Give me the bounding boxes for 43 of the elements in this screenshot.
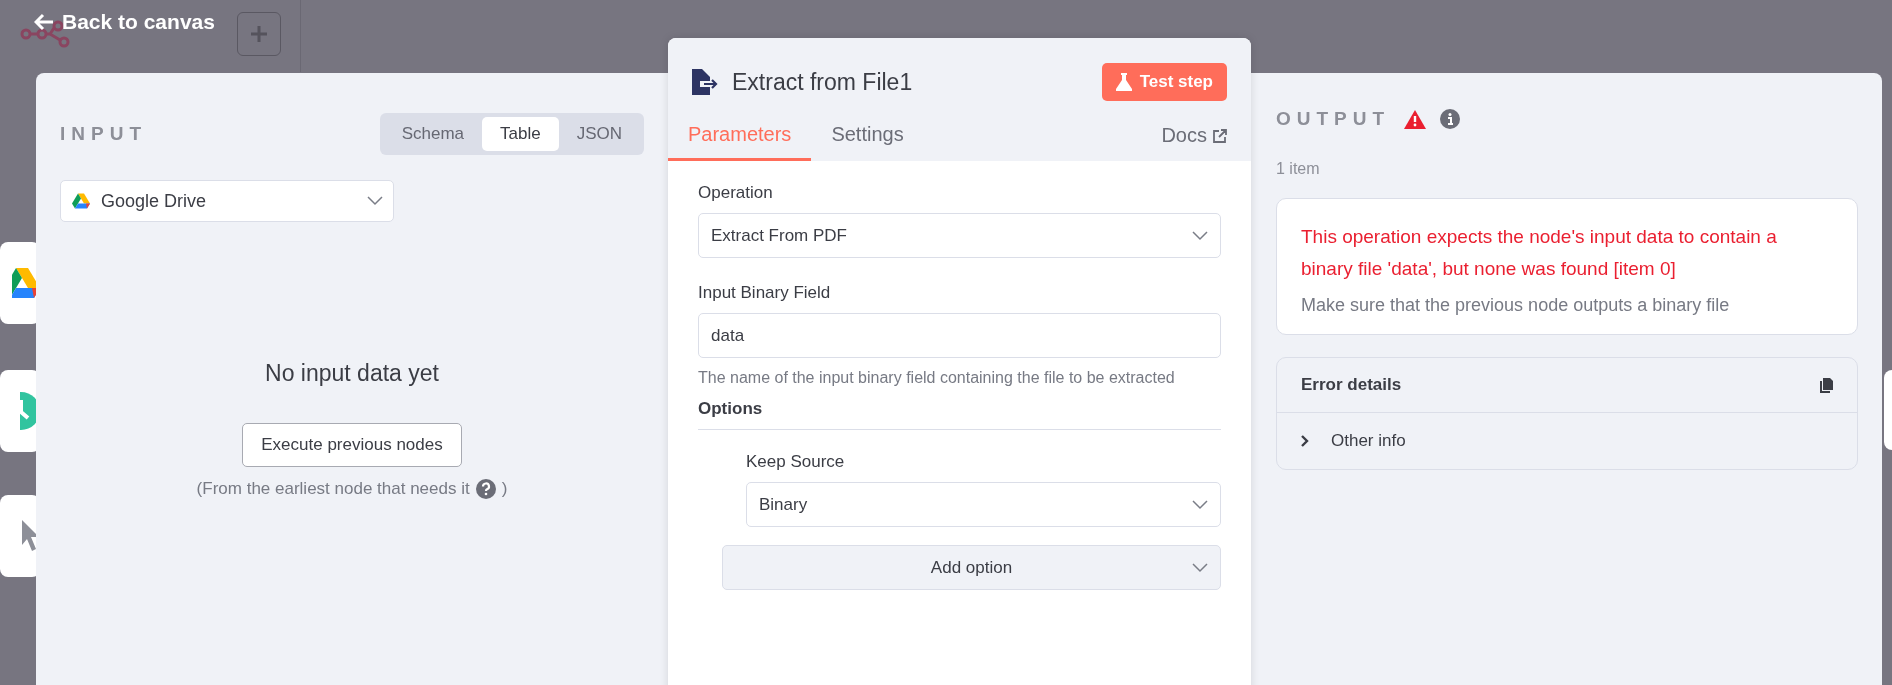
copy-icon[interactable] (1820, 377, 1833, 393)
view-tab[interactable]: JSON (558, 117, 640, 151)
help-icon[interactable] (475, 479, 496, 499)
docs-link[interactable]: Docs (1161, 124, 1227, 147)
operation-select[interactable]: Extract From PDF (698, 213, 1221, 258)
chevron-down-icon (1192, 230, 1208, 241)
hint-text: ) (501, 479, 508, 499)
execute-previous-button[interactable]: Execute previous nodes (242, 423, 462, 467)
add-option-button[interactable]: Add option (722, 545, 1221, 590)
field-label: Operation (698, 183, 774, 203)
external-link-icon (1213, 128, 1227, 143)
panel-tab[interactable]: Settings (811, 115, 924, 161)
back-to-canvas-link[interactable]: Back to canvas (34, 10, 215, 34)
binary-field-input[interactable]: data (698, 313, 1221, 358)
view-tab[interactable]: Table (482, 117, 559, 151)
node-title: Extract from File1 (732, 68, 913, 96)
chevron-down-icon (367, 196, 383, 206)
options-heading: Options (698, 399, 1221, 430)
warning-icon (1404, 109, 1427, 129)
empty-state-title: No input data yet (265, 360, 439, 387)
input-title: INPUT (60, 123, 147, 145)
file-extract-icon (692, 69, 720, 95)
plus-icon (250, 25, 268, 43)
info-icon[interactable] (1440, 109, 1461, 129)
drive-icon (71, 192, 91, 210)
output-title: OUTPUT (1276, 108, 1391, 130)
details-section-toggle[interactable]: Other info (1277, 413, 1857, 469)
arrow-left-icon (34, 13, 54, 31)
error-message: This operation expects the node's input data to contain a binary file 'data', but none was found [item 0] (1301, 225, 1778, 281)
source-node-select[interactable]: Google Drive (60, 180, 394, 222)
chevron-right-icon (1301, 435, 1309, 447)
error-hint: Make sure that the previous node outputs a binary file (1301, 295, 1731, 316)
view-tab[interactable]: Schema (383, 117, 482, 151)
option-select[interactable]: Binary (746, 482, 1221, 527)
chevron-down-icon (1192, 499, 1208, 510)
error-details-title: Error details (1301, 375, 1402, 395)
item-count: 1 item (1276, 160, 1321, 178)
field-label: Keep Source (746, 452, 846, 472)
flask-icon (1115, 73, 1132, 91)
chevron-down-icon (1192, 562, 1208, 573)
hint-text: (From the earliest node that needs it (196, 479, 470, 499)
field-hint: The name of the input binary field containing the file to be extracted (698, 368, 1176, 388)
field-label: Input Binary Field (698, 283, 832, 303)
